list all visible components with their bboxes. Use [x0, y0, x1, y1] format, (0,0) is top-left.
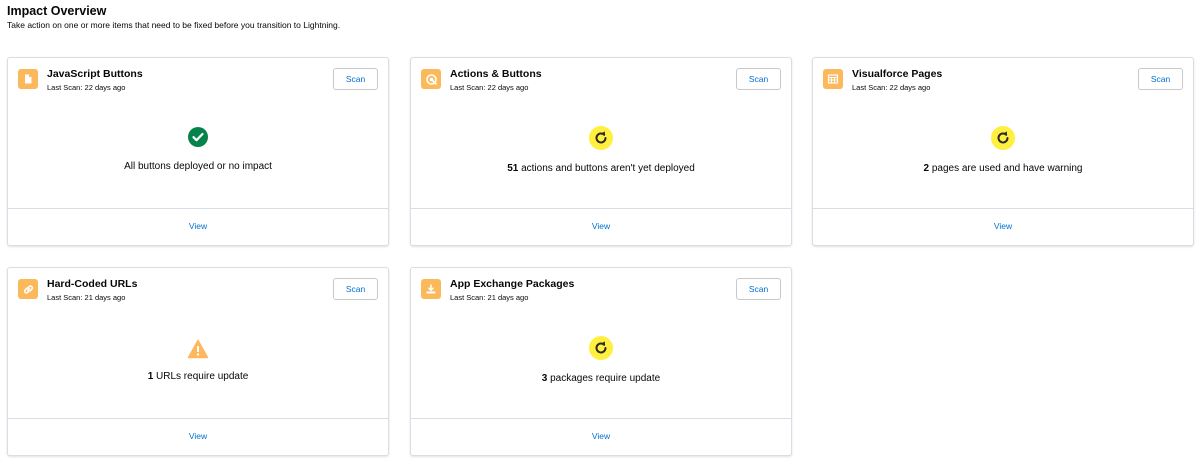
- card-header: JavaScript Buttons Last Scan: 22 days ag…: [18, 68, 378, 98]
- page-header: Impact Overview Take action on one or mo…: [7, 4, 340, 31]
- view-link[interactable]: View: [994, 221, 1012, 232]
- scan-button[interactable]: Scan: [736, 278, 781, 300]
- scan-button[interactable]: Scan: [333, 278, 378, 300]
- status-count: 51: [507, 163, 519, 174]
- view-link[interactable]: View: [592, 221, 610, 232]
- scan-button[interactable]: Scan: [333, 68, 378, 90]
- status-text: pages are used and have warning: [929, 163, 1083, 174]
- card-footer: View: [8, 208, 388, 245]
- last-scan-text: Last Scan: 22 days ago: [852, 83, 931, 92]
- last-scan-text: Last Scan: 21 days ago: [450, 293, 529, 302]
- table-icon: [823, 69, 843, 89]
- card-actions-buttons: Actions & Buttons Last Scan: 22 days ago…: [410, 57, 792, 246]
- status-text: packages require update: [547, 373, 661, 384]
- view-link[interactable]: View: [592, 431, 610, 442]
- action-icon: [421, 69, 441, 89]
- card-title: Hard-Coded URLs: [47, 278, 138, 290]
- status-text: All buttons deployed or no impact: [124, 161, 272, 172]
- card-visualforce-pages: Visualforce Pages Last Scan: 22 days ago…: [812, 57, 1194, 246]
- card-body: 2 pages are used and have warning: [813, 114, 1193, 204]
- page-subtitle: Take action on one or more items that ne…: [7, 20, 341, 30]
- card-javascript-buttons: JavaScript Buttons Last Scan: 22 days ag…: [7, 57, 389, 246]
- status-message: All buttons deployed or no impact: [8, 160, 388, 173]
- card-title: Actions & Buttons: [450, 68, 542, 80]
- scan-button[interactable]: Scan: [736, 68, 781, 90]
- view-link[interactable]: View: [189, 221, 207, 232]
- scan-button[interactable]: Scan: [1138, 68, 1183, 90]
- refresh-pending-icon: [589, 126, 613, 150]
- card-footer: View: [8, 418, 388, 455]
- status-message: 51 actions and buttons aren't yet deploy…: [411, 162, 791, 175]
- card-hard-coded-urls: Hard-Coded URLs Last Scan: 21 days ago S…: [7, 267, 389, 456]
- link-icon: [18, 279, 38, 299]
- card-footer: View: [411, 418, 791, 455]
- card-header: Hard-Coded URLs Last Scan: 21 days ago S…: [18, 278, 378, 308]
- card-title: Visualforce Pages: [852, 68, 943, 80]
- card-app-exchange-packages: App Exchange Packages Last Scan: 21 days…: [410, 267, 792, 456]
- card-body: All buttons deployed or no impact: [8, 114, 388, 204]
- refresh-pending-icon: [589, 336, 613, 360]
- card-footer: View: [411, 208, 791, 245]
- success-check-icon: [187, 126, 209, 148]
- card-title: App Exchange Packages: [450, 278, 575, 290]
- card-header: App Exchange Packages Last Scan: 21 days…: [421, 278, 781, 308]
- card-header: Visualforce Pages Last Scan: 22 days ago…: [823, 68, 1183, 98]
- status-message: 2 pages are used and have warning: [813, 162, 1193, 175]
- status-text: actions and buttons aren't yet deployed: [518, 163, 695, 174]
- document-icon: [18, 69, 38, 89]
- status-text: URLs require update: [153, 371, 249, 382]
- page-title: Impact Overview: [7, 4, 107, 18]
- refresh-pending-icon: [991, 126, 1015, 150]
- card-title: JavaScript Buttons: [47, 68, 143, 80]
- view-link[interactable]: View: [189, 431, 207, 442]
- status-message: 3 packages require update: [411, 372, 791, 385]
- card-footer: View: [813, 208, 1193, 245]
- card-body: 3 packages require update: [411, 324, 791, 414]
- card-body: 51 actions and buttons aren't yet deploy…: [411, 114, 791, 204]
- card-body: 1 URLs require update: [8, 324, 388, 414]
- download-icon: [421, 279, 441, 299]
- card-header: Actions & Buttons Last Scan: 22 days ago…: [421, 68, 781, 98]
- last-scan-text: Last Scan: 22 days ago: [450, 83, 529, 92]
- last-scan-text: Last Scan: 21 days ago: [47, 293, 126, 302]
- status-message: 1 URLs require update: [8, 370, 388, 383]
- last-scan-text: Last Scan: 22 days ago: [47, 83, 126, 92]
- warning-icon: [187, 338, 209, 360]
